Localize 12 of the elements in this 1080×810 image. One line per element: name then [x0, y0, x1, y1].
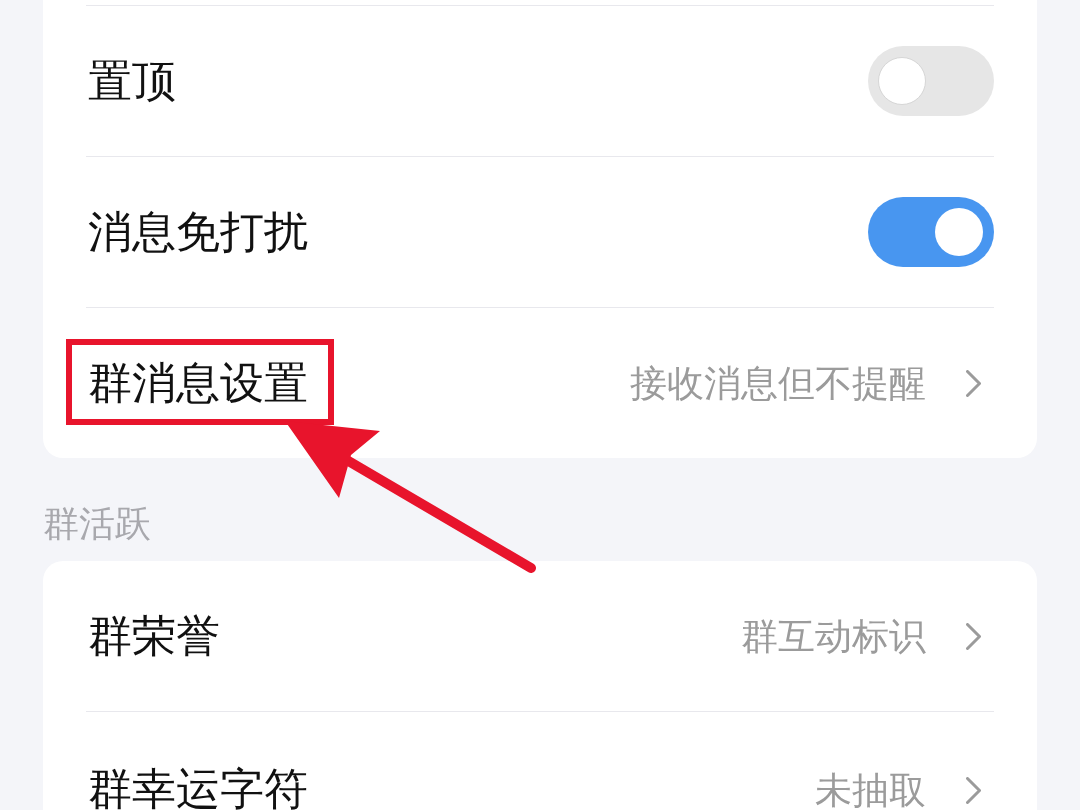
setting-label: 消息免打扰 [88, 210, 308, 254]
setting-label: 群幸运字符 [88, 767, 308, 810]
setting-value: 接收消息但不提醒 [630, 364, 926, 402]
chevron-right-icon [966, 777, 981, 804]
chevron-right-icon [966, 622, 981, 650]
setting-label: 置顶 [88, 59, 176, 103]
setting-label: 群荣誉 [88, 614, 220, 658]
setting-value: 群互动标识 [741, 617, 926, 655]
setting-value: 未抽取 [815, 772, 926, 809]
setting-label: 群消息设置 [88, 361, 308, 405]
chevron-right-icon [966, 369, 981, 397]
section-header: 群活跃 [43, 506, 151, 542]
